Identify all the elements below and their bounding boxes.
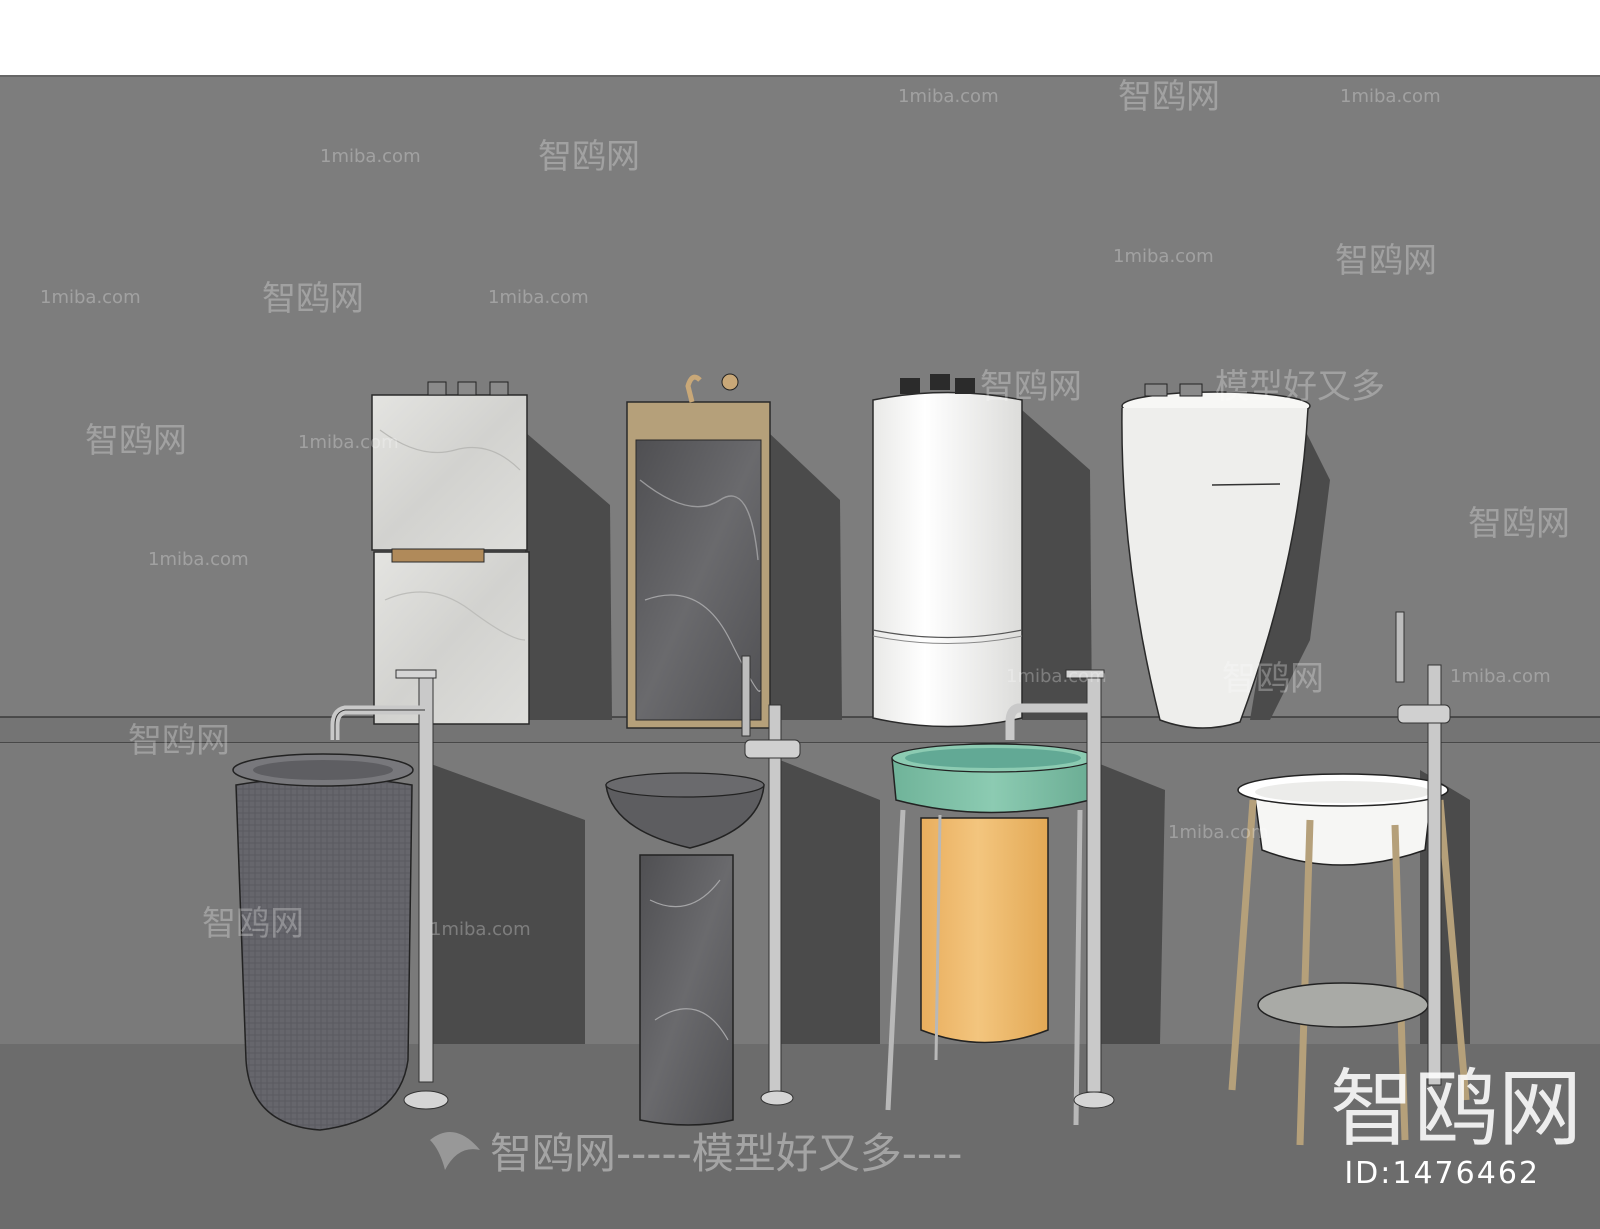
watermark-site-11: 1miba.com [1450,666,1551,687]
watermark-brand-1: 智鸥网 [1118,77,1220,117]
sinks-render: ------ 智鸥网------ 1miba.com 1miba.com 智鸥网… [0,0,1600,1229]
watermark-brand-6: 智鸥网 [85,421,187,461]
watermark-site-6: 1miba.com [40,287,141,308]
watermark-bottom: 智鸥网-----模型好又多---- [490,1129,962,1178]
image-stage: ------ 智鸥网------ 1miba.com 1miba.com 智鸥网… [0,0,1600,1229]
watermark-site-9: 1miba.com [148,549,249,570]
watermark-site-10: 1miba.com [1006,666,1107,687]
watermark-slogan-1: 模型好又多 [1215,367,1385,407]
watermark-brand-8: 智鸥网 [1222,659,1324,699]
watermark-brand-4: 智鸥网 [262,279,364,319]
watermark-site-8: 1miba.com [298,432,399,453]
watermark-brand-5: 智鸥网 [980,367,1082,407]
watermark-site-5: 1miba.com [1113,246,1214,267]
id-label: ID:1476462 [1344,1156,1540,1191]
watermark-brand-10: 智鸥网 [202,904,304,944]
watermark-brand-9: 智鸥网 [128,721,230,761]
watermark-site-3: 1miba.com [1340,86,1441,107]
watermark-site-13: 1miba.com [430,919,531,940]
watermark-brand-7: 智鸥网 [1468,504,1570,544]
watermark-brand-2: 智鸥网 [538,137,640,177]
watermark-site-2: 1miba.com [898,86,999,107]
ledge [0,717,1600,743]
watermark-top-left: ------ 智鸥网------ [0,29,260,69]
watermark-brand-3: 智鸥网 [1335,241,1437,281]
watermark-large-logo: 智鸥网 [1330,1060,1582,1158]
watermark-site-1: 1miba.com [345,44,446,65]
watermark-site-4: 1miba.com [320,146,421,167]
white-cylinder-basin-back [872,374,1023,728]
watermark-site-12: 1miba.com [1168,822,1269,843]
watermark-site-7: 1miba.com [488,287,589,308]
